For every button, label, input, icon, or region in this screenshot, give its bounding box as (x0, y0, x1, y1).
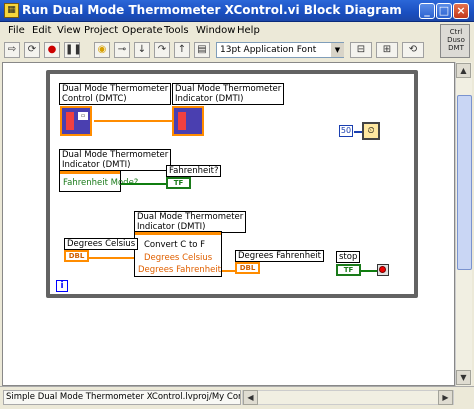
xcontrol-indicator-label[interactable]: Dual Mode Thermometer Indicator (DMTI) (172, 83, 285, 105)
highlight-execution-icon[interactable]: ◉ (94, 42, 110, 58)
step-into-icon[interactable]: ↓ (134, 42, 150, 58)
menu-window[interactable]: Window (196, 25, 235, 36)
fahrenheit-out-label[interactable]: Degrees Fahrenheit (235, 250, 325, 262)
scroll-down-icon[interactable]: ▼ (456, 370, 471, 385)
minimize-button[interactable]: _ (419, 3, 435, 19)
fahrenheit-out-indicator[interactable]: DBL (235, 262, 260, 274)
abort-icon[interactable]: ● (44, 42, 60, 58)
pause-icon[interactable]: ❚❚ (64, 42, 82, 58)
property-degrees-celsius[interactable]: Degrees Celsius (140, 253, 212, 264)
run-continuously-icon[interactable]: ⟳ (24, 42, 40, 58)
thermometer-icon (178, 112, 186, 130)
run-icon[interactable]: ⇨ (4, 42, 20, 58)
property-degrees-fahrenheit[interactable]: Degrees Fahrenheit (134, 265, 221, 276)
close-button[interactable]: × (453, 3, 469, 19)
maximize-button[interactable]: □ (436, 3, 452, 19)
step-over-icon[interactable]: ↷ (154, 42, 170, 58)
vi-icon[interactable]: ▦ (4, 3, 19, 18)
menu-view[interactable]: View (57, 25, 81, 36)
project-path: Simple Dual Mode Thermometer XControl.lv… (3, 390, 241, 405)
reference-bar (135, 232, 221, 235)
celsius-label[interactable]: Degrees Celsius (64, 238, 139, 250)
align-objects-icon[interactable]: ⊟ (350, 42, 372, 58)
step-out-icon[interactable]: ↑ (174, 42, 190, 58)
celsius-control[interactable]: DBL (64, 250, 89, 262)
wire[interactable] (222, 270, 235, 272)
horizontal-scrollbar[interactable] (242, 390, 454, 405)
retain-wire-values-icon[interactable]: ⊸ (114, 42, 130, 58)
fahrenheit-indicator[interactable]: TF (166, 177, 191, 189)
vi-icon-text: Ctrl Duso DMT (447, 28, 465, 52)
control-glyph: ▭ (78, 112, 88, 120)
wire[interactable] (89, 257, 134, 259)
menu-file[interactable]: File (8, 25, 25, 36)
stop-label[interactable]: stop (336, 251, 361, 263)
stop-control[interactable]: TF (336, 264, 361, 276)
menu-tools[interactable]: Tools (164, 25, 189, 36)
reorder-icon[interactable]: ⟲ (402, 42, 424, 58)
window-title: Run Dual Mode Thermometer XControl.vi Bl… (22, 3, 402, 17)
scroll-thumb[interactable] (457, 95, 472, 270)
chevron-down-icon: ▼ (331, 43, 344, 57)
wait-timer-icon[interactable]: ⏲ (362, 122, 380, 140)
menu-edit[interactable]: Edit (32, 25, 51, 36)
thermometer-icon (66, 112, 74, 130)
font-select[interactable]: 13pt Application Font (216, 42, 344, 58)
warnings-icon[interactable]: ▤ (194, 42, 210, 58)
loop-iteration-terminal[interactable]: i (56, 280, 68, 292)
property-node-label[interactable]: Dual Mode Thermometer Indicator (DMTI) (59, 149, 172, 171)
scroll-right-icon[interactable]: ▶ (438, 390, 453, 405)
wire[interactable] (94, 120, 173, 122)
wire[interactable] (354, 131, 362, 133)
wire[interactable] (361, 270, 377, 272)
method-convert[interactable]: Convert C to F (140, 240, 205, 251)
distribute-objects-icon[interactable]: ⊞ (376, 42, 398, 58)
menu-help[interactable]: Help (237, 25, 260, 36)
wire[interactable] (121, 183, 167, 185)
menu-project[interactable]: Project (84, 25, 118, 36)
menu-operate[interactable]: Operate (122, 25, 163, 36)
reference-bar (60, 171, 120, 174)
stop-icon (379, 266, 386, 273)
scroll-left-icon[interactable]: ◀ (243, 390, 258, 405)
xcontrol-indicator-terminal[interactable] (172, 106, 204, 136)
scroll-up-icon[interactable]: ▲ (456, 63, 471, 78)
wait-constant[interactable]: 50 (339, 125, 353, 137)
xcontrol-control-terminal[interactable] (60, 106, 92, 136)
xcontrol-control-label[interactable]: Dual Mode Thermometer Control (DMTC) (59, 83, 172, 105)
fahrenheit-label[interactable]: Fahrenheit? (166, 165, 222, 177)
property-node-2-label[interactable]: Dual Mode Thermometer Indicator (DMTI) (134, 211, 247, 233)
